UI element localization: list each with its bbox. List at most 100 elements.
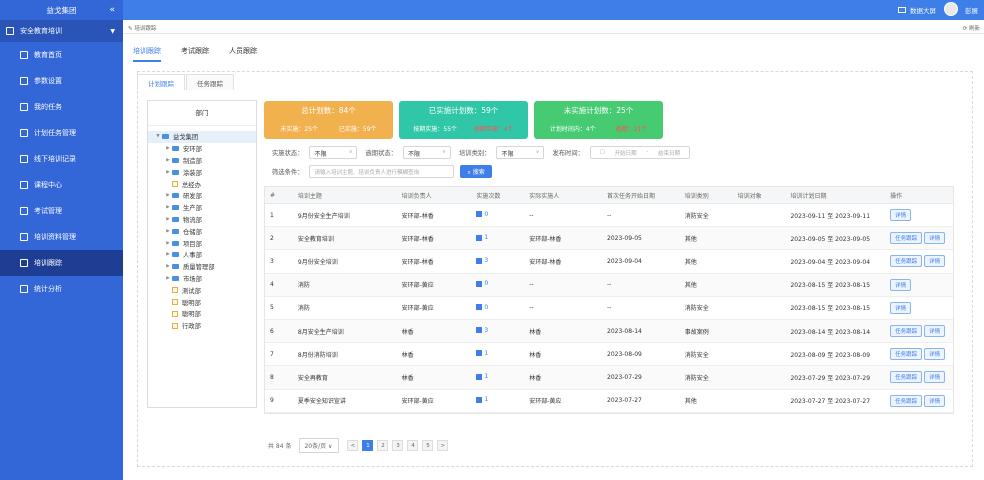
big-screen-link[interactable]: 数据大屏 — [898, 5, 936, 15]
tree-arrow-icon[interactable]: ▶ — [164, 241, 172, 246]
avatar[interactable] — [944, 2, 958, 16]
task-track-button[interactable]: 任务跟踪 — [890, 232, 923, 245]
status-select[interactable]: 不限 ∨ — [309, 145, 358, 159]
overdue-select[interactable]: 不限 ∨ — [402, 145, 451, 159]
task-track-button[interactable]: 任务跟踪 — [890, 394, 923, 407]
tree-node[interactable]: ▶ 涂装部 — [148, 166, 256, 178]
tree-node[interactable]: 总经办 — [148, 178, 256, 190]
sidebar-item[interactable]: 教育首页 — [0, 42, 123, 68]
tree-node[interactable]: 行政部 — [148, 320, 256, 332]
tree-arrow-icon[interactable]: ▶ — [164, 229, 172, 234]
sidebar-item[interactable]: 培训跟踪 — [0, 250, 123, 276]
page-button[interactable]: 2 — [377, 440, 389, 451]
count-link[interactable]: 1 — [476, 234, 488, 241]
task-track-button[interactable]: 任务跟踪 — [890, 255, 923, 268]
page-button[interactable]: 5 — [422, 440, 434, 451]
sidebar-item[interactable]: 考试管理 — [0, 198, 123, 224]
tree-node[interactable]: ▶ 安环部 — [148, 143, 256, 155]
prev-page-button[interactable]: < — [347, 440, 359, 451]
tab-1[interactable]: 考试跟踪 — [181, 46, 209, 62]
column-header[interactable]: 培训主题 — [293, 191, 397, 200]
detail-button[interactable]: 详情 — [924, 232, 946, 245]
search-button[interactable]: ⌕ 搜索 — [460, 164, 492, 178]
page-button[interactable]: 1 — [362, 440, 374, 451]
tree-arrow-icon[interactable]: ▶ — [164, 170, 172, 175]
detail-button[interactable]: 详情 — [924, 325, 946, 338]
tree-node[interactable]: ▶ 生产部 — [148, 202, 256, 214]
subtab-1[interactable]: 任务跟踪 — [186, 74, 234, 90]
sidebar-item[interactable]: 统计分析 — [0, 276, 123, 302]
keyword-input[interactable]: 请输入培训主题、培训负责人进行模糊查询 — [309, 164, 455, 178]
tree-node[interactable]: 聪明部 — [148, 296, 256, 308]
column-header[interactable]: 首次任务开始日期 — [602, 191, 680, 200]
date-range-picker[interactable]: ▢ 开始日期 - 结束日期 — [589, 145, 690, 159]
sidebar-item[interactable]: 参数设置 — [0, 68, 123, 94]
cell-topic: 安全再教育 — [297, 374, 328, 382]
main-tabs: 培训跟踪 考试跟踪 人员跟踪 — [133, 46, 277, 62]
tree-arrow-icon[interactable]: ▶ — [164, 217, 172, 222]
task-track-button[interactable]: 任务跟踪 — [890, 348, 923, 361]
column-header[interactable]: 培训计划日期 — [785, 191, 885, 200]
tree-arrow-icon[interactable]: ▼ — [154, 134, 162, 139]
page-button[interactable]: 4 — [407, 440, 419, 451]
tab-0[interactable]: 培训跟踪 — [133, 46, 161, 62]
column-header[interactable]: 培训类别 — [680, 191, 733, 200]
summary-cards: 总计划数：84个 未实施：25个 已实施：59个 已实施计划数：59个 按期实施：55个… — [264, 101, 669, 139]
tree-node[interactable]: 聪明部 — [148, 308, 256, 320]
menu-icon — [20, 233, 28, 241]
detail-button[interactable]: 详情 — [924, 255, 946, 268]
count-link[interactable]: 0 — [476, 304, 488, 311]
system-selector[interactable]: 安全教育培训 ▼ — [0, 20, 123, 42]
tree-node[interactable]: ▶ 人事部 — [148, 249, 256, 261]
detail-button[interactable]: 详情 — [924, 371, 946, 384]
tree-arrow-icon[interactable]: ▶ — [164, 146, 172, 151]
tree-node[interactable]: ▶ 研发部 — [148, 190, 256, 202]
detail-button[interactable]: 详情 — [924, 394, 946, 407]
tree-node[interactable]: ▶ 项目部 — [148, 237, 256, 249]
menu-icon — [20, 285, 28, 293]
detail-button[interactable]: 详情 — [890, 278, 912, 291]
count-link[interactable]: 1 — [476, 350, 488, 357]
refresh-button[interactable]: ⟳ 刷新 — [963, 24, 980, 32]
tree-arrow-icon[interactable]: ▶ — [164, 193, 172, 198]
tree-node[interactable]: ▶ 市场部 — [148, 273, 256, 285]
tree-node[interactable]: ▶ 仓储部 — [148, 225, 256, 237]
page-size-select[interactable]: 20条/页 ∨ — [299, 438, 340, 453]
count-link[interactable]: 1 — [476, 373, 488, 380]
tree-arrow-icon[interactable]: ▶ — [164, 158, 172, 163]
count-link[interactable]: 0 — [476, 280, 488, 287]
category-select[interactable]: 不限 ∨ — [496, 145, 545, 159]
count-link[interactable]: 1 — [476, 396, 488, 403]
detail-button[interactable]: 详情 — [890, 301, 912, 314]
tree-node[interactable]: ▶ 质量管理部 — [148, 261, 256, 273]
tree-arrow-icon[interactable]: ▶ — [164, 264, 172, 269]
page-button[interactable]: 3 — [392, 440, 404, 451]
count-link[interactable]: 3 — [476, 327, 488, 334]
tree-node[interactable]: ▶ 制造部 — [148, 155, 256, 167]
next-page-button[interactable]: > — [437, 440, 449, 451]
detail-button[interactable]: 详情 — [924, 348, 946, 361]
count-link[interactable]: 0 — [476, 211, 488, 218]
subtab-0[interactable]: 计划跟踪 — [137, 74, 185, 90]
tree-node[interactable]: ▶ 物流部 — [148, 214, 256, 226]
plan-table: # 培训主题 培训负责人 实施次数 实际实施人 首次任务开始日期 培训类别 培训对象 培训计划日… — [264, 186, 954, 414]
sidebar-item[interactable]: 培训资料管理 — [0, 224, 123, 250]
tab-2[interactable]: 人员跟踪 — [229, 46, 257, 62]
task-track-button[interactable]: 任务跟踪 — [890, 371, 923, 384]
user-name[interactable]: 彭展 — [965, 5, 978, 15]
sidebar-item[interactable]: 我的任务 — [0, 94, 123, 120]
tree-node[interactable]: 测试部 — [148, 284, 256, 296]
collapse-icon[interactable]: « — [109, 5, 115, 15]
tree-arrow-icon[interactable]: ▶ — [164, 252, 172, 257]
count-link[interactable]: 3 — [476, 257, 488, 264]
tree-node[interactable]: ▼ 益戈集团 — [148, 131, 256, 143]
detail-button[interactable]: 详情 — [890, 209, 912, 222]
tree-arrow-icon[interactable]: ▶ — [164, 276, 172, 281]
breadcrumb[interactable]: ✎ 培训跟踪 — [128, 24, 156, 32]
big-screen-label: 数据大屏 — [910, 7, 936, 15]
sidebar-item[interactable]: 课程中心 — [0, 172, 123, 198]
tree-arrow-icon[interactable]: ▶ — [164, 205, 172, 210]
task-track-button[interactable]: 任务跟踪 — [890, 325, 923, 338]
sidebar-item[interactable]: 线下培训记录 — [0, 146, 123, 172]
sidebar-item[interactable]: 计划任务管理 — [0, 120, 123, 146]
